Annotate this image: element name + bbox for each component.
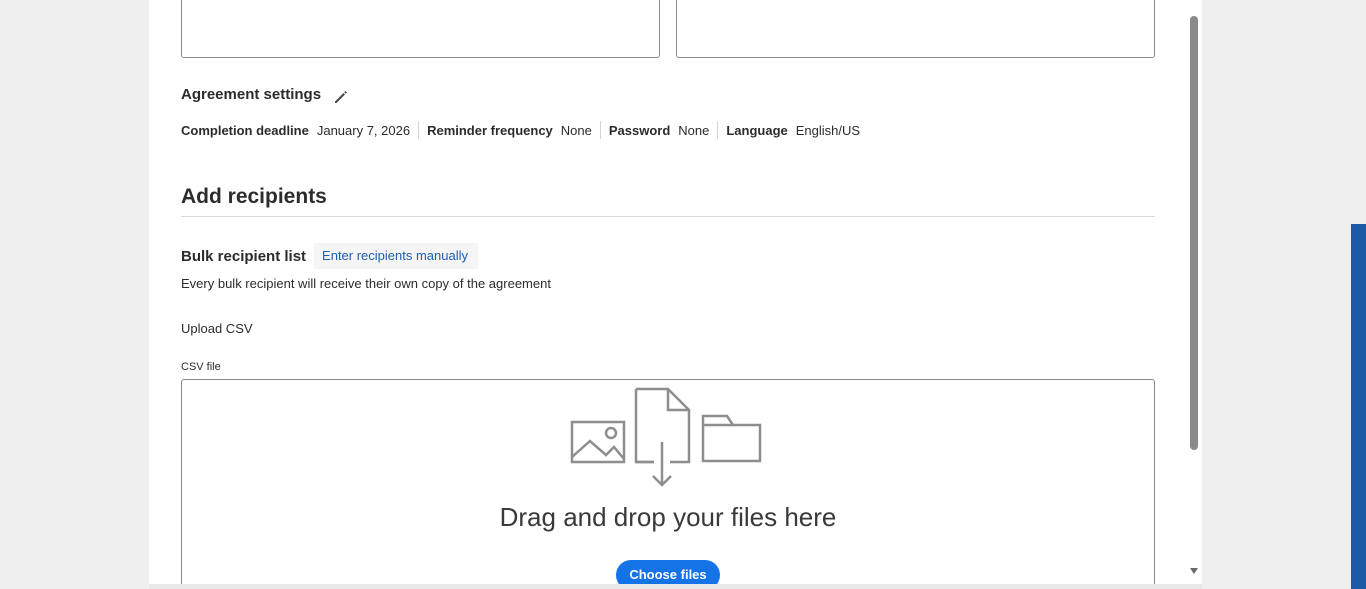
choose-files-button[interactable]: Choose files [616,560,720,584]
dropzone-illustration [570,387,762,487]
tab-enter-recipients-manually[interactable]: Enter recipients manually [314,243,479,269]
setting-reminder-frequency: Reminder frequency None [418,121,600,139]
image-icon [570,420,626,464]
add-recipients-heading: Add recipients [181,185,327,208]
scroll-down-arrow-icon[interactable] [1190,568,1198,574]
setting-password: Password None [599,121,718,139]
bulk-recipient-description: Every bulk recipient will receive their … [181,276,551,291]
setting-key: Completion deadline [181,122,309,138]
tab-bulk-recipient-list[interactable]: Bulk recipient list [181,245,314,268]
setting-key: Reminder frequency [427,122,553,138]
csv-dropzone[interactable]: Drag and drop your files here Choose fil… [181,379,1155,584]
section-divider [181,216,1155,217]
upload-csv-label: Upload CSV [181,321,253,336]
side-panel-edge [1351,224,1366,589]
agreement-settings-summary: Completion deadline January 7, 2026 Remi… [181,121,868,139]
document-download-icon [634,387,691,487]
setting-language: Language English/US [717,121,868,139]
vertical-scrollbar[interactable] [1188,0,1202,584]
dropzone-text: Drag and drop your files here [499,502,837,532]
bottom-edge [149,584,1202,589]
setting-value: English/US [795,122,861,138]
setting-value: None [560,122,592,138]
scrollbar-thumb[interactable] [1190,16,1198,450]
setting-value: January 7, 2026 [316,122,411,138]
setting-key: Password [608,122,671,138]
agreement-settings-title: Agreement settings [181,86,322,103]
setting-value: None [678,122,710,138]
text-area-left[interactable] [181,0,660,58]
pencil-icon[interactable] [332,88,350,106]
csv-file-label: CSV file [181,361,221,373]
text-area-right[interactable] [676,0,1155,58]
recipient-mode-tabs: Bulk recipient list Enter recipients man… [181,243,479,269]
agreement-page: Agreement settings Completion deadline J… [149,0,1188,584]
setting-completion-deadline: Completion deadline January 7, 2026 [181,121,418,139]
folder-icon [701,414,762,463]
setting-key: Language [726,122,788,138]
